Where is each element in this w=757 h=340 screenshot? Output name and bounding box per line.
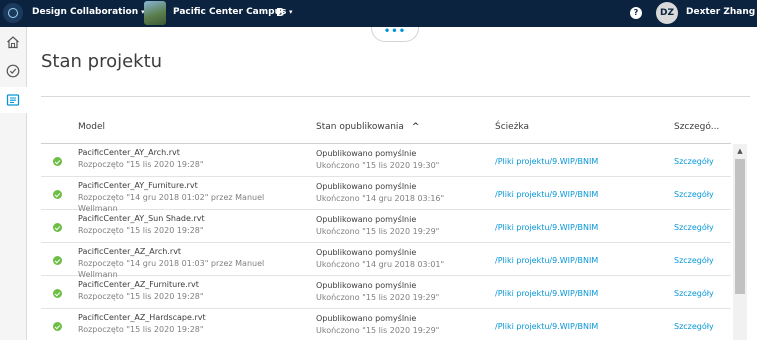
model-started: Rozpoczęto "15 lis 2020 19:28"	[78, 291, 204, 301]
project-letter-icon[interactable]: B	[276, 6, 284, 19]
top-bar: Design Collaboration ▾ Pacific Center Cam…	[0, 0, 757, 27]
model-cell: PacificCenter_AZ_Furniture.rvt Rozpoczęto…	[78, 279, 303, 302]
success-check-icon	[53, 223, 62, 232]
app-logo-icon[interactable]	[3, 3, 23, 23]
status-finished: Ukończono "15 lis 2020 19:29"	[316, 226, 440, 236]
path-link[interactable]: /Pliki projektu/9.WIP/BNIM	[495, 157, 598, 166]
sidebar-item-home[interactable]	[0, 29, 27, 55]
sidebar-item-project-status[interactable]	[0, 87, 27, 113]
path-link[interactable]: /Pliki projektu/9.WIP/BNIM	[495, 256, 598, 265]
list-icon	[6, 94, 20, 106]
model-cell: PacificCenter_AZ_Hardscape.rvt Rozpoczęto…	[78, 312, 303, 335]
path-link[interactable]: /Pliki projektu/9.WIP/BNIM	[495, 223, 598, 232]
success-check-icon	[53, 256, 62, 265]
column-header-path[interactable]: Ścieżka	[495, 122, 529, 132]
status-finished: Ukończono "15 lis 2020 19:29"	[316, 292, 440, 302]
status-text: Opublikowano pomyślnie	[316, 314, 417, 323]
details-link[interactable]: Szczegóły	[674, 256, 714, 265]
project-name[interactable]: Pacific Center Campus	[173, 7, 286, 17]
column-header-status[interactable]: Stan opublikowania ^	[316, 122, 419, 132]
status-text: Opublikowano pomyślnie	[316, 149, 417, 158]
path-link[interactable]: /Pliki projektu/9.WIP/BNIM	[495, 190, 598, 199]
status-cell: Opublikowano pomyślnie Ukończono "14 gru …	[316, 181, 444, 204]
status-cell: Opublikowano pomyślnie Ukończono "15 lis …	[316, 280, 439, 303]
scroll-up-icon[interactable]: ▲	[733, 145, 747, 157]
model-name: PacificCenter_AZ_Hardscape.rvt	[78, 313, 206, 322]
model-cell: PacificCenter_AY_Arch.rvt Rozpoczęto "15 …	[78, 147, 303, 170]
status-text: Opublikowano pomyślnie	[316, 182, 417, 191]
details-link[interactable]: Szczegóły	[674, 223, 714, 232]
status-cell: Opublikowano pomyślnie Ukończono "14 gru …	[316, 247, 444, 270]
success-check-icon	[53, 322, 62, 331]
scrollbar-thumb[interactable]	[735, 159, 745, 294]
user-name: Dexter Zhang	[686, 7, 756, 17]
details-link[interactable]: Szczegóły	[674, 322, 714, 331]
model-cell: PacificCenter_AY_Sun Shade.rvt Rozpoczęto…	[78, 213, 303, 236]
details-link[interactable]: Szczegóły	[674, 190, 714, 199]
status-text: Opublikowano pomyślnie	[316, 281, 417, 290]
model-name: PacificCenter_AY_Arch.rvt	[78, 148, 180, 157]
check-circle-icon	[6, 64, 20, 78]
status-finished: Ukończono "14 gru 2018 03:01"	[316, 259, 445, 269]
column-header-status-label: Stan opublikowania	[316, 122, 404, 132]
column-header-details[interactable]: Szczegó...	[674, 122, 719, 132]
page-title: Stan projektu	[41, 51, 163, 72]
avatar[interactable]: DZ	[656, 2, 678, 24]
details-link[interactable]: Szczegóły	[674, 157, 714, 166]
sidebar-item-status[interactable]	[0, 58, 27, 84]
panel-toggle-handle[interactable]: •••	[371, 27, 419, 42]
project-thumbnail	[144, 1, 166, 25]
status-text: Opublikowano pomyślnie	[316, 248, 417, 257]
success-check-icon	[53, 190, 62, 199]
success-check-icon	[53, 289, 62, 298]
chevron-down-icon[interactable]: ▾	[289, 8, 293, 16]
app-switcher[interactable]: Design Collaboration ▾	[32, 7, 145, 17]
sort-ascending-icon: ^	[411, 122, 420, 132]
app-name: Design Collaboration	[32, 7, 139, 17]
model-started: Rozpoczęto "15 lis 2020 19:28"	[78, 324, 204, 334]
user-menu[interactable]: Dexter Zhang▾	[686, 7, 757, 17]
status-finished: Ukończono "14 gru 2018 03:16"	[316, 193, 445, 203]
model-started: Rozpoczęto "15 lis 2020 19:28"	[78, 159, 204, 169]
path-link[interactable]: /Pliki projektu/9.WIP/BNIM	[495, 322, 598, 331]
table-row[interactable]: PacificCenter_AY_Sun Shade.rvt Rozpoczęto…	[41, 210, 731, 243]
table-row[interactable]: PacificCenter_AZ_Hardscape.rvt Rozpoczęto…	[41, 309, 731, 340]
model-name: PacificCenter_AY_Furniture.rvt	[78, 181, 198, 190]
column-header-model[interactable]: Model	[78, 122, 105, 132]
model-started: Rozpoczęto "15 lis 2020 19:28"	[78, 225, 204, 235]
details-link[interactable]: Szczegóły	[674, 289, 714, 298]
table-row[interactable]: PacificCenter_AY_Furniture.rvt Rozpoczęto…	[41, 177, 731, 213]
model-name: PacificCenter_AZ_Arch.rvt	[78, 247, 182, 256]
help-icon[interactable]: ?	[630, 7, 642, 19]
status-cell: Opublikowano pomyślnie Ukończono "15 lis …	[316, 214, 439, 237]
model-name: PacificCenter_AZ_Furniture.rvt	[78, 280, 199, 289]
sidebar	[0, 27, 27, 340]
status-text: Opublikowano pomyślnie	[316, 215, 417, 224]
table-row[interactable]: PacificCenter_AZ_Arch.rvt Rozpoczęto "14 …	[41, 243, 731, 279]
table-row[interactable]: PacificCenter_AZ_Furniture.rvt Rozpoczęto…	[41, 276, 731, 309]
table-row[interactable]: PacificCenter_AY_Arch.rvt Rozpoczęto "15 …	[41, 144, 731, 177]
success-check-icon	[53, 157, 62, 166]
title-divider	[41, 96, 750, 97]
status-cell: Opublikowano pomyślnie Ukończono "15 lis …	[316, 148, 439, 171]
home-icon	[7, 36, 19, 49]
status-finished: Ukończono "15 lis 2020 19:29"	[316, 325, 440, 335]
status-cell: Opublikowano pomyślnie Ukończono "15 lis …	[316, 313, 439, 336]
model-name: PacificCenter_AY_Sun Shade.rvt	[78, 214, 205, 223]
status-finished: Ukończono "15 lis 2020 19:30"	[316, 160, 440, 170]
path-link[interactable]: /Pliki projektu/9.WIP/BNIM	[495, 289, 598, 298]
